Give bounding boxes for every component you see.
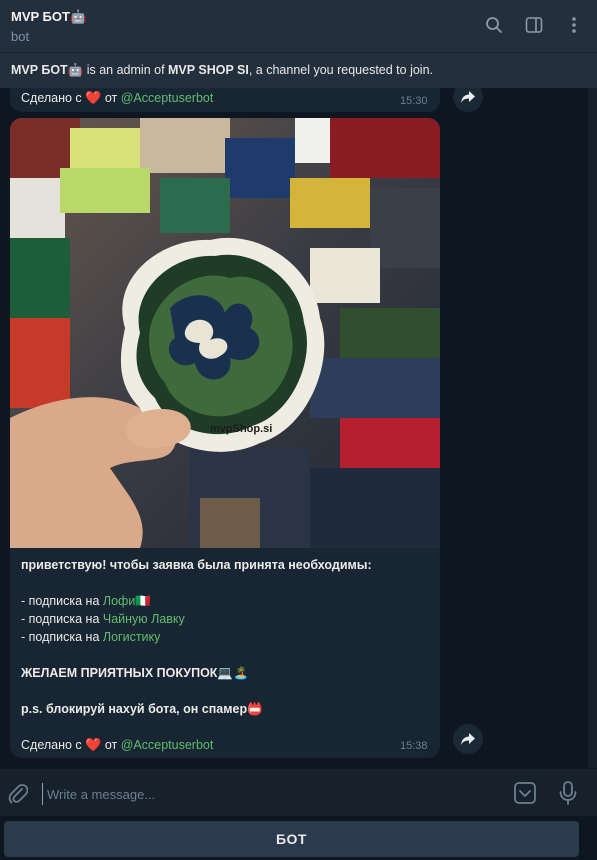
attach-icon[interactable] [8, 783, 29, 810]
link-tea-shop[interactable]: Чайную Лавку [103, 612, 185, 626]
message-signature: Сделано с ❤️ от @Acceptuserbot [21, 736, 431, 754]
banner-tail-text: , a channel you requested to join. [248, 63, 433, 77]
heart-icon: ❤️ [85, 90, 102, 105]
microphone-icon[interactable] [558, 781, 578, 810]
message-composer [0, 768, 597, 817]
header-actions [485, 16, 583, 34]
made-with-text: Сделано с [21, 91, 82, 105]
subscription-line-3: - подписка на Логистику [21, 628, 431, 646]
bot-commands-icon[interactable] [513, 781, 537, 810]
subscription-prefix: - подписка на [21, 612, 103, 626]
link-logistics[interactable]: Логистику [103, 630, 161, 644]
message-wish: ЖЕЛАЕМ ПРИЯТНЫХ ПОКУПОК💻🏝️ [21, 666, 249, 680]
link-lofi[interactable]: Лофи🇮🇹 [103, 594, 151, 608]
from-text: от [104, 738, 118, 752]
reply-keyboard: БОТ [0, 816, 597, 860]
more-vertical-icon[interactable] [565, 16, 583, 34]
banner-bot-name: MVP БОТ🤖 [11, 63, 84, 77]
message-photo[interactable]: mvpShop.si [10, 118, 440, 548]
banner-channel-name: MVP SHOP SI [168, 63, 249, 77]
subscription-line-1: - подписка на Лофи🇮🇹 [21, 592, 431, 610]
chat-background [440, 88, 597, 768]
message-greeting: приветствую! чтобы заявка была принята н… [21, 558, 372, 572]
message-bubble-previous[interactable]: Сделано с ❤️ от @Acceptuserbot 15:30 [10, 88, 440, 112]
bot-keyboard-button[interactable]: БОТ [4, 821, 579, 857]
sidebar-toggle-icon[interactable] [525, 16, 543, 34]
subscription-line-2: - подписка на Чайную Лавку [21, 610, 431, 628]
search-icon[interactable] [485, 16, 503, 34]
made-with-text: Сделано с [21, 738, 82, 752]
message-input[interactable] [42, 783, 489, 805]
chat-area[interactable]: Сделано с ❤️ от @Acceptuserbot 15:30 mvp… [0, 88, 597, 768]
chat-scrollbar[interactable] [588, 88, 597, 768]
message-bubble[interactable]: mvpShop.si приветствую! чтобы заявка был… [10, 118, 440, 758]
message-signature: Сделано с ❤️ от @Acceptuserbot [21, 90, 213, 106]
subscription-prefix: - подписка на [21, 630, 103, 644]
message-time: 15:38 [400, 740, 428, 752]
author-link[interactable]: @Acceptuserbot [121, 91, 214, 105]
admin-join-banner: MVP БОТ🤖 is an admin of MVP SHOP SI, a c… [0, 52, 597, 88]
message-text: приветствую! чтобы заявка была принята н… [21, 556, 431, 754]
message-ps: p.s. блокируй нахуй бота, он спамер📛 [21, 702, 263, 716]
from-text: от [104, 91, 118, 105]
message-time: 15:30 [400, 95, 428, 107]
author-link[interactable]: @Acceptuserbot [121, 738, 214, 752]
chat-header[interactable]: MVP БОТ🤖 bot [0, 0, 597, 52]
forward-icon[interactable] [453, 724, 483, 754]
subscription-prefix: - подписка на [21, 594, 103, 608]
sticker-text: mvpShop.si [210, 423, 272, 435]
heart-icon: ❤️ [85, 737, 102, 752]
banner-middle-text: is an admin of [83, 63, 169, 77]
